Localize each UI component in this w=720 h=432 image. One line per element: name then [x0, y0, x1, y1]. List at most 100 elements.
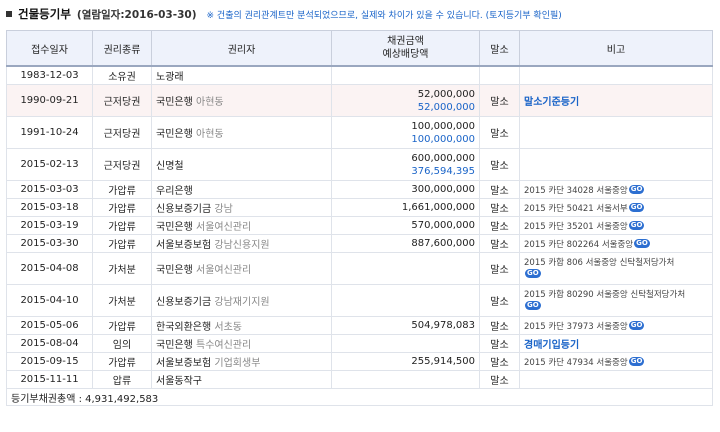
holder-branch: 서울여신관리 [196, 265, 252, 276]
claim-amount: 100,000,000 [411, 120, 475, 132]
cell-holder: 국민은행 서울여신관리 [151, 216, 332, 235]
cell-type: 가압류 [92, 216, 152, 235]
section-title: 건물등기부 [18, 7, 71, 21]
holder-name: 국민은행 [156, 265, 193, 276]
cell-amount: 887,600,000 [331, 234, 480, 253]
claim-amount: 52,000,000 [417, 88, 475, 100]
cell-type: 근저당권 [92, 116, 152, 149]
cell-note: 말소기준등기 [519, 84, 713, 117]
table-row: 2015-11-11 압류 서울동작구 말소 [6, 370, 713, 389]
holder-branch: 기업회생부 [214, 358, 261, 369]
cell-cancel: 말소 [479, 370, 520, 389]
cell-cancel: 말소 [479, 334, 520, 353]
cell-type: 가압류 [92, 234, 152, 253]
holder-branch: 아현동 [196, 129, 224, 140]
holder-name: 노광래 [156, 72, 184, 83]
cell-note [519, 370, 713, 389]
cell-date: 2015-03-30 [6, 234, 93, 253]
holder-name: 국민은행 [156, 340, 193, 351]
cell-note: 2015 카단 50421 서울서부 GO [519, 198, 713, 217]
cell-note: 2015 카단 47934 서울중앙 GO [519, 352, 713, 371]
cell-holder: 서울동작구 [151, 370, 332, 389]
cell-holder: 국민은행 아현동 [151, 116, 332, 149]
cell-cancel: 말소 [479, 148, 520, 181]
holder-branch: 특수여신관리 [196, 340, 252, 351]
view-date: (열람일자:2016-03-30) [76, 9, 197, 21]
case-number: 2015 카단 47934 서울중앙 [524, 357, 628, 368]
holder-branch: 강남신용지원 [214, 240, 270, 251]
go-button[interactable]: GO [634, 239, 650, 248]
cell-cancel: 말소 [479, 234, 520, 253]
cell-holder: 신용보증기금 강남재기지원 [151, 284, 332, 317]
cell-cancel: 말소 [479, 84, 520, 117]
note-link[interactable]: 말소기준등기 [524, 97, 579, 108]
bullet-icon [6, 11, 12, 17]
cell-amount: 504,978,083 [331, 316, 480, 335]
cell-note: 2015 카단 802264 서울중앙 GO [519, 234, 713, 253]
note-link[interactable]: 경매기입등기 [524, 340, 579, 351]
go-button[interactable]: GO [525, 301, 541, 310]
holder-name: 서울보증보험 [156, 358, 212, 369]
cell-holder: 국민은행 서울여신관리 [151, 252, 332, 285]
dividend-amount: 52,000,000 [417, 101, 475, 113]
table-row: 2015-03-30 가압류 서울보증보험 강남신용지원 887,600,000… [6, 234, 713, 253]
table-row: 2015-03-19 가압류 국민은행 서울여신관리 570,000,000 말… [6, 216, 713, 235]
cell-amount [331, 284, 480, 317]
case-number: 2015 카단 802264 서울중앙 [524, 239, 634, 250]
holder-name: 국민은행 [156, 129, 193, 140]
cell-holder: 우리은행 [151, 180, 332, 199]
cell-holder: 서울보증보험 기업회생부 [151, 352, 332, 371]
col-amount-line2: 예상배당액 [382, 49, 429, 60]
cell-cancel [479, 65, 520, 85]
go-button[interactable]: GO [628, 203, 645, 212]
table-row: 2015-09-15 가압류 서울보증보험 기업회생부 255,914,500 … [6, 352, 713, 371]
cell-type: 압류 [92, 370, 152, 389]
table-row: 2015-03-03 가압류 우리은행 300,000,000 말소 2015 … [6, 180, 713, 199]
holder-name: 국민은행 [156, 222, 193, 233]
cell-holder: 국민은행 아현동 [151, 84, 332, 117]
cell-note: 2015 카단 37973 서울중앙 GO [519, 316, 713, 335]
go-button[interactable]: GO [628, 185, 645, 194]
cell-date: 2015-03-19 [6, 216, 93, 235]
holder-name: 국민은행 [156, 97, 193, 108]
cell-holder: 한국외환은행 서초동 [151, 316, 332, 335]
table-row: 2015-04-08 가처분 국민은행 서울여신관리 말소 2015 카합 80… [6, 252, 713, 285]
cell-type: 가압류 [92, 316, 152, 335]
holder-name: 한국외환은행 [156, 322, 212, 333]
cell-amount: 300,000,000 [331, 180, 480, 199]
holder-name: 우리은행 [156, 186, 193, 197]
go-button[interactable]: GO [628, 221, 645, 230]
cell-holder: 서울보증보험 강남신용지원 [151, 234, 332, 253]
section-header: 건물등기부 (열람일자:2016-03-30) ※ 건출의 권리관계트만 분석되었으… [6, 6, 562, 22]
cell-date: 2015-08-04 [6, 334, 93, 353]
cell-date: 2015-04-10 [6, 284, 93, 317]
cell-date: 1991-10-24 [6, 116, 93, 149]
cell-note [519, 148, 713, 181]
holder-branch: 서울여신관리 [196, 222, 252, 233]
table-footer-row: 등기부채권총액 : 4,931,492,583 [6, 388, 713, 406]
holder-branch: 강남재기지원 [214, 297, 270, 308]
go-button[interactable]: GO [525, 269, 541, 278]
cell-amount [331, 65, 480, 85]
cell-cancel: 말소 [479, 352, 520, 371]
cell-cancel: 말소 [479, 180, 520, 199]
table-row: 1991-10-24 근저당권 국민은행 아현동 100,000,000 100,… [6, 116, 713, 149]
case-number: 2015 카단 37973 서울중앙 [524, 321, 628, 332]
table-row: 2015-03-18 가압류 신용보증기금 강남 1,661,000,000 말… [6, 198, 713, 217]
cell-note [519, 116, 713, 149]
cell-date: 1990-09-21 [6, 84, 93, 117]
table-row: 2015-08-04 임의 국민은행 특수여신관리 말소 경매기입등기 [6, 334, 713, 353]
cell-date: 1983-12-03 [6, 65, 93, 85]
cell-type: 가처분 [92, 284, 152, 317]
col-amount-line1: 채권금액 [387, 36, 424, 47]
go-button[interactable]: GO [628, 357, 645, 366]
cell-note: 2015 카단 35201 서울중앙 GO [519, 216, 713, 235]
table-row: 1990-09-21 근저당권 국민은행 아현동 52,000,000 52,00… [6, 84, 713, 117]
cell-type: 가처분 [92, 252, 152, 285]
cell-cancel: 말소 [479, 116, 520, 149]
case-number: 2015 카합 80290 서울중앙 신탁철저당가처 [524, 289, 686, 300]
registry-panel: 건물등기부 (열람일자:2016-03-30) ※ 건출의 권리관계트만 분석되었으… [0, 0, 720, 432]
go-button[interactable]: GO [628, 321, 645, 330]
cell-holder: 국민은행 특수여신관리 [151, 334, 332, 353]
cell-date: 2015-05-06 [6, 316, 93, 335]
